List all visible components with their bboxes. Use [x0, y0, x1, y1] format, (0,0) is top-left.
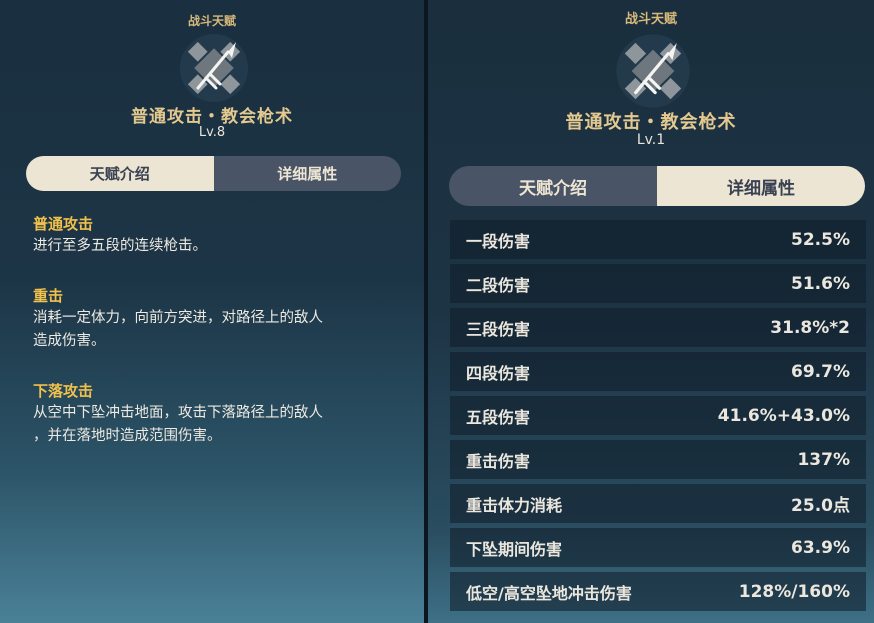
attribute-value: 128%/160% — [738, 581, 850, 602]
attribute-row: 低空/高空坠地冲击伤害 128%/160% — [450, 572, 866, 611]
attribute-row: 二段伤害 51.6% — [450, 264, 866, 303]
attribute-value: 41.6%+43.0% — [717, 405, 850, 426]
attribute-name: 四段伤害 — [466, 363, 531, 383]
skill-name: 普通攻击・教会枪术 — [131, 107, 293, 127]
detail-attributes-panel: 战斗天赋 普通攻击・教会枪术 Lv.1 天赋介绍 详细属性 一段伤害 52.5%… — [428, 0, 874, 623]
attribute-row: 重击体力消耗 25.0点 — [450, 484, 866, 523]
attribute-row: 三段伤害 31.8%*2 — [450, 308, 866, 347]
section-plunging-attack: 下落攻击 从空中下坠冲击地面，攻击下落路径上的敌人 ，并在落地时造成范围伤害。 — [33, 380, 413, 448]
attribute-name: 下坠期间伤害 — [466, 539, 563, 559]
tab-detail-attributes[interactable]: 详细属性 — [657, 166, 865, 206]
tab-detail-attributes[interactable]: 详细属性 — [213, 156, 401, 191]
skill-level: Lv.1 — [636, 132, 666, 148]
section-text: ，并在落地时造成范围伤害。 — [33, 428, 222, 444]
skill-name: 普通攻击・教会枪术 — [565, 112, 737, 133]
attribute-value: 69.7% — [791, 361, 850, 382]
attribute-row: 下坠期间伤害 63.9% — [450, 528, 866, 567]
attribute-row: 四段伤害 69.7% — [450, 352, 866, 391]
attribute-value: 52.5% — [791, 229, 850, 250]
section-text: 造成伤害。 — [33, 333, 106, 349]
attribute-name: 二段伤害 — [466, 275, 531, 295]
attribute-name: 低空/高空坠地冲击伤害 — [466, 583, 632, 603]
section-normal-attack: 普通攻击 进行至多五段的连续枪击。 — [33, 213, 413, 258]
attribute-value: 25.0点 — [791, 496, 850, 516]
attribute-row: 重击伤害 137% — [450, 440, 866, 479]
tab-bar: 天赋介绍 详细属性 — [26, 156, 401, 191]
attribute-name: 五段伤害 — [466, 407, 531, 427]
category-label: 战斗天赋 — [624, 12, 677, 27]
attribute-row: 一段伤害 52.5% — [450, 220, 866, 259]
category-label: 战斗天赋 — [187, 14, 236, 28]
attribute-name: 三段伤害 — [466, 319, 531, 339]
section-text: 从空中下坠冲击地面，攻击下落路径上的敌人 — [33, 405, 323, 421]
spear-talent-icon — [612, 30, 694, 112]
section-title: 下落攻击 — [33, 382, 94, 400]
talent-intro-panel: 战斗天赋 普通攻击・教会枪术 Lv.8 天赋介绍 详细属性 普通攻击 进行至多五… — [0, 0, 424, 623]
section-title: 普通攻击 — [33, 215, 94, 233]
section-text: 进行至多五段的连续枪击。 — [33, 238, 207, 254]
attribute-value: 137% — [797, 449, 850, 470]
tab-bar: 天赋介绍 详细属性 — [449, 166, 865, 206]
attribute-value: 63.9% — [791, 537, 850, 558]
tab-talent-intro[interactable]: 天赋介绍 — [26, 156, 214, 191]
attribute-row: 五段伤害 41.6%+43.0% — [450, 396, 866, 435]
spear-talent-icon — [176, 30, 252, 106]
section-charged-attack: 重击 消耗一定体力，向前方突进，对路径上的敌人 造成伤害。 — [33, 285, 413, 353]
section-title: 重击 — [33, 287, 64, 305]
section-text: 消耗一定体力，向前方突进，对路径上的敌人 — [33, 310, 323, 326]
attribute-value: 31.8%*2 — [770, 317, 850, 338]
skill-level: Lv.8 — [198, 125, 226, 140]
tab-talent-intro[interactable]: 天赋介绍 — [449, 166, 657, 206]
attribute-name: 重击体力消耗 — [466, 495, 563, 515]
attribute-name: 重击伤害 — [466, 451, 531, 471]
attribute-value: 51.6% — [791, 273, 850, 294]
attribute-name: 一段伤害 — [466, 231, 531, 251]
